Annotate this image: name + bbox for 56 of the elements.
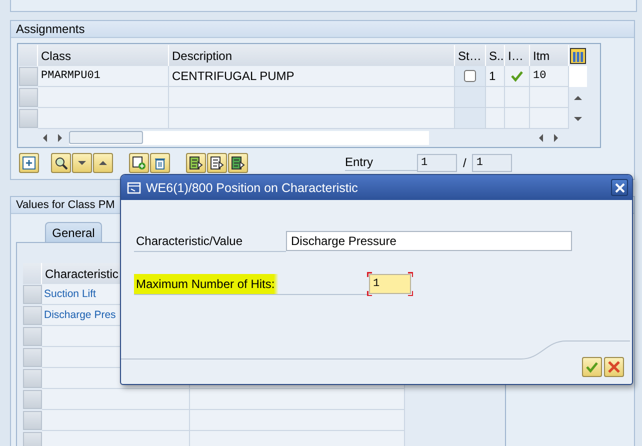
row-checkbox[interactable] bbox=[464, 70, 476, 82]
table-plus-icon bbox=[22, 156, 36, 170]
table-cell bbox=[455, 108, 486, 129]
table-cell: CENTRIFUGAL PUMP bbox=[169, 66, 455, 87]
column-header[interactable]: Class bbox=[38, 45, 169, 66]
confirm-button[interactable] bbox=[582, 357, 602, 377]
dialog-title: WE6(1)/800 Position on Characteristic bbox=[146, 180, 359, 194]
document-arrow-icon bbox=[189, 156, 203, 170]
table-cell: PMARMPU01 bbox=[38, 66, 169, 87]
field-label: Maximum Number of Hits: bbox=[134, 274, 367, 294]
toolbar-button[interactable] bbox=[228, 153, 248, 173]
toolbar-button[interactable] bbox=[186, 153, 206, 173]
entry-field[interactable]: 1 bbox=[417, 154, 457, 172]
scrollbar-cell bbox=[569, 66, 587, 87]
toolbar-button[interactable] bbox=[51, 153, 71, 173]
magnifier-icon bbox=[54, 156, 68, 170]
table-cell: 10 bbox=[530, 66, 569, 87]
select-all-cell[interactable] bbox=[19, 45, 38, 66]
window-icon bbox=[127, 180, 141, 194]
column-header[interactable]: I… bbox=[505, 45, 530, 66]
toolbar-button[interactable] bbox=[129, 153, 149, 173]
toolbar-button[interactable] bbox=[207, 153, 227, 173]
input-field[interactable]: 1 bbox=[367, 272, 413, 296]
trash-icon bbox=[153, 156, 167, 170]
triangle-right-icon bbox=[551, 132, 561, 142]
tab[interactable]: General bbox=[45, 222, 102, 242]
document-arrow-icon bbox=[231, 156, 245, 170]
cancel-button[interactable] bbox=[604, 357, 624, 377]
scroll-thumb[interactable] bbox=[69, 131, 143, 144]
total-field: 1 bbox=[472, 154, 512, 172]
checkmark-icon bbox=[585, 360, 599, 374]
column-header[interactable]: S.. bbox=[486, 45, 505, 66]
table-cell bbox=[486, 108, 505, 129]
row-plus-icon bbox=[132, 156, 146, 170]
close-icon bbox=[614, 182, 624, 192]
toolbar-button[interactable] bbox=[93, 153, 113, 173]
separator-text: / bbox=[463, 156, 466, 170]
table-cell: 1 bbox=[486, 66, 505, 87]
triangle-down-icon bbox=[77, 158, 87, 168]
toolbar-button[interactable] bbox=[72, 153, 92, 173]
column-header[interactable]: Itm bbox=[530, 45, 569, 66]
select-all-cell[interactable] bbox=[23, 263, 42, 284]
toolbar-button[interactable] bbox=[19, 153, 39, 173]
toolbar-button[interactable] bbox=[150, 153, 170, 173]
table-cell bbox=[505, 108, 530, 129]
close-button[interactable] bbox=[611, 179, 628, 196]
column-header[interactable]: Description bbox=[169, 45, 455, 66]
close-icon bbox=[607, 360, 621, 374]
table-cell bbox=[486, 87, 505, 108]
input-field[interactable]: Discharge Pressure bbox=[286, 231, 572, 251]
panel-title: Assignments bbox=[16, 22, 85, 36]
document-arrow-icon bbox=[210, 156, 224, 170]
triangle-right-icon bbox=[55, 132, 65, 142]
triangle-up-icon bbox=[98, 158, 108, 168]
column-header[interactable]: St… bbox=[455, 45, 486, 66]
panel-title: Values for Class PM bbox=[16, 199, 115, 211]
